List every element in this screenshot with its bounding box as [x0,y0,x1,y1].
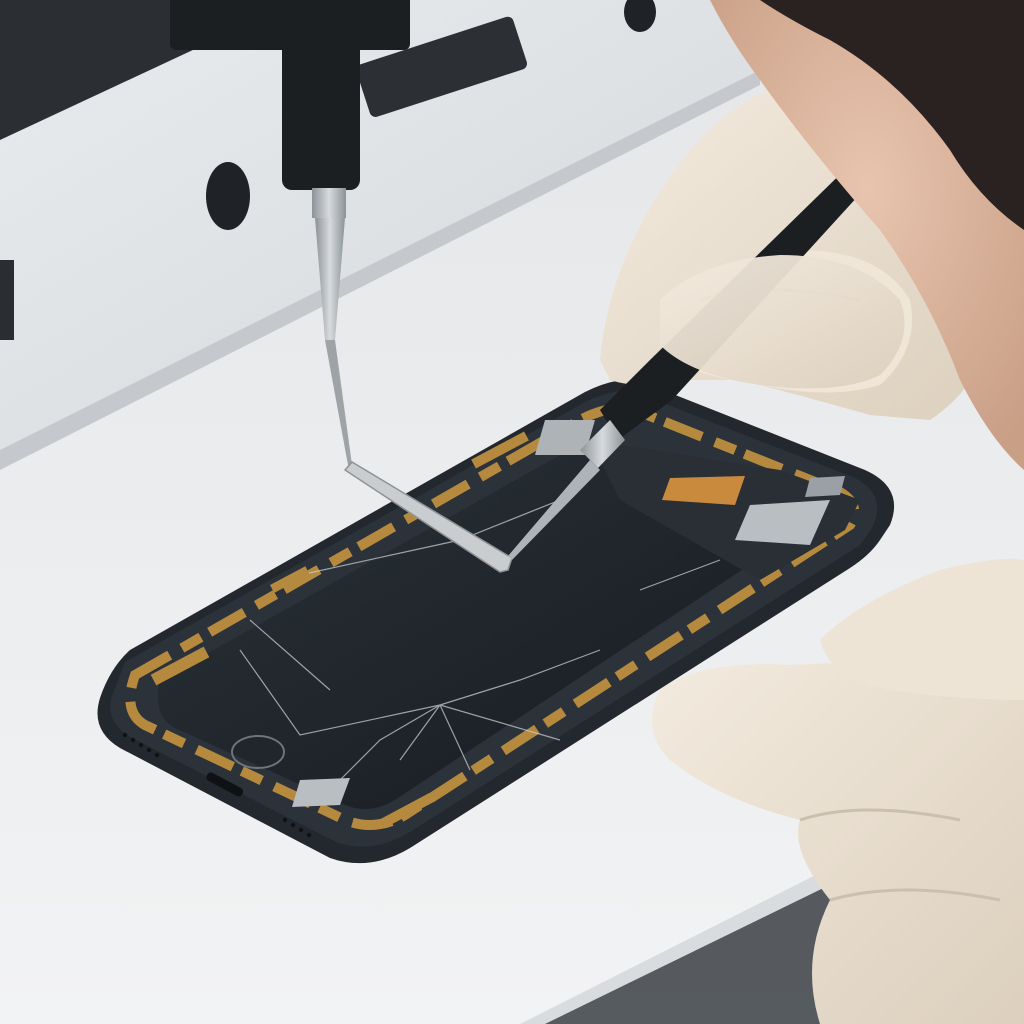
repair-scene [0,0,1024,1024]
copper-chip [662,476,745,505]
index-finger [660,255,905,389]
machine-port-1 [206,162,250,230]
